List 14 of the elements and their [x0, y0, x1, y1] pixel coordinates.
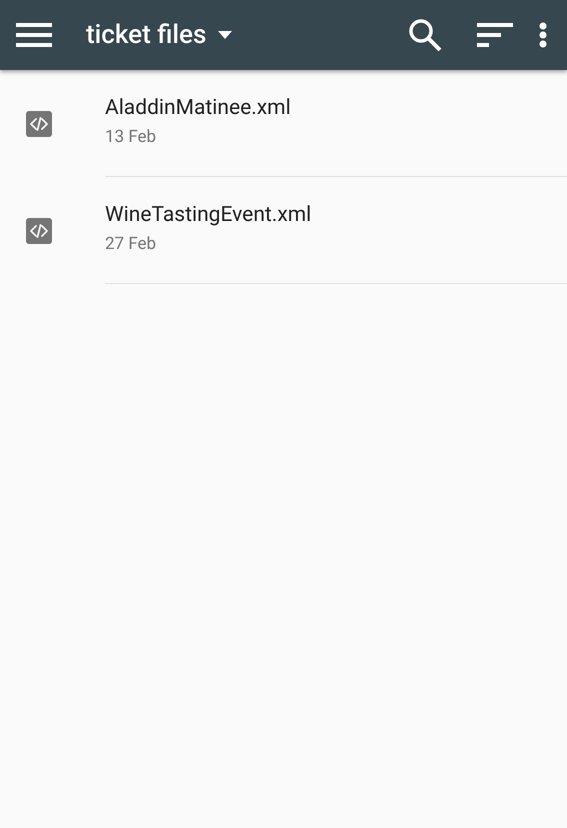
file-date: 27 Feb: [105, 233, 158, 256]
dropdown-caret-icon: [218, 31, 232, 39]
file-row[interactable]: AladdinMatinee.xml 13 Feb: [0, 70, 567, 177]
folder-dropdown[interactable]: ticket files: [86, 16, 232, 54]
menu-icon: [16, 23, 52, 47]
file-name: WineTastingEvent.xml: [105, 202, 312, 228]
file-name: AladdinMatinee.xml: [105, 95, 292, 122]
file-row[interactable]: WineTastingEvent.xml 27 Feb: [0, 177, 567, 284]
search-icon: [408, 18, 442, 52]
file-date: 13 Feb: [105, 126, 158, 150]
sort-icon: [477, 23, 513, 47]
more-options-icon: [539, 22, 547, 48]
code-file-icon: [25, 216, 53, 244]
code-file-icon: [25, 110, 53, 138]
